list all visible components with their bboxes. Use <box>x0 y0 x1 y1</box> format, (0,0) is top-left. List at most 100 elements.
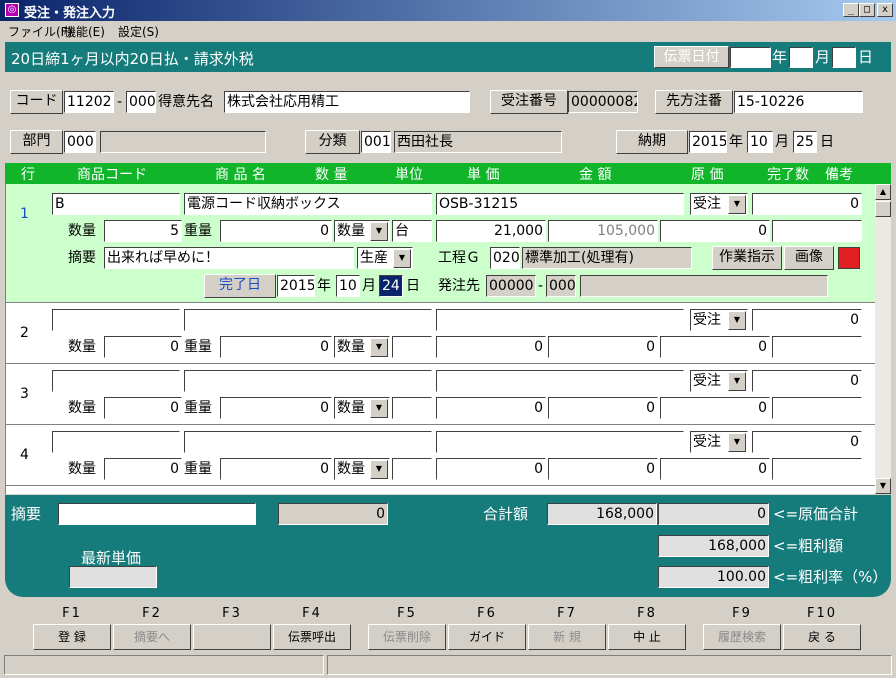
chevron-down-icon[interactable]: ▼ <box>728 372 746 391</box>
unit-field[interactable] <box>392 336 432 358</box>
voucher-delete-button[interactable]: 伝票削除 <box>368 624 446 650</box>
product-name-field[interactable] <box>184 431 432 453</box>
qty-type-select[interactable]: 数量 ▼ <box>334 336 390 358</box>
product-code-field[interactable] <box>52 370 180 392</box>
work-order-button[interactable]: 作業指示 <box>712 246 782 270</box>
close-button[interactable]: x <box>877 3 893 17</box>
mfg-select[interactable]: 生産 ▼ <box>357 247 413 269</box>
chevron-down-icon[interactable]: ▼ <box>728 195 746 214</box>
model-field[interactable] <box>436 431 684 453</box>
register-button[interactable]: 登 録 <box>33 624 111 650</box>
remarks-field[interactable] <box>772 220 862 242</box>
customer-subcode-field[interactable]: 000 <box>126 91 156 113</box>
done-qty-field[interactable]: 0 <box>752 193 862 215</box>
menu-function[interactable]: 機能(E) <box>64 23 105 40</box>
product-name-field[interactable] <box>184 370 432 392</box>
voucher-month-field[interactable]: 10 <box>789 47 813 68</box>
minimize-button[interactable]: _ <box>843 3 859 17</box>
qty-field[interactable]: 0 <box>104 336 182 358</box>
grid-scrollbar[interactable]: ▲ ▼ <box>875 184 891 494</box>
voucher-day-field[interactable]: 14 <box>832 47 856 68</box>
model-field[interactable] <box>436 309 684 331</box>
unit-field[interactable]: 台 <box>392 220 432 242</box>
chevron-down-icon[interactable]: ▼ <box>393 249 411 268</box>
table-row[interactable]: 4 受注 ▼ 0 数量 0 重量 0 数量 ▼ 0 0 0 <box>6 424 875 486</box>
product-code-field[interactable] <box>52 309 180 331</box>
voucher-year-field[interactable]: 2015 <box>730 47 771 68</box>
cost-field[interactable]: 0 <box>660 336 770 358</box>
done-qty-field[interactable]: 0 <box>752 309 862 331</box>
cost-field[interactable]: 0 <box>660 397 770 419</box>
history-search-button[interactable]: 履歴検索 <box>703 624 781 650</box>
image-button[interactable]: 画像 <box>784 246 834 270</box>
unit-field[interactable] <box>392 397 432 419</box>
scroll-down-icon[interactable]: ▼ <box>875 478 891 494</box>
dept-code-field[interactable]: 000 <box>64 131 96 153</box>
to-memo-button[interactable]: 摘要へ <box>113 624 191 650</box>
done-year-field[interactable]: 2015 <box>277 275 315 297</box>
cost-field[interactable]: 0 <box>660 220 770 242</box>
back-button[interactable]: 戻 る <box>783 624 861 650</box>
guide-button[interactable]: ガイド <box>448 624 526 650</box>
qty-field[interactable]: 0 <box>104 397 182 419</box>
menu-settings[interactable]: 設定(S) <box>118 23 159 40</box>
weight-field[interactable]: 0 <box>220 458 332 480</box>
customer-code-field[interactable]: 11202 <box>64 91 114 113</box>
chevron-down-icon[interactable]: ▼ <box>728 433 746 452</box>
unit-price-field[interactable]: 21,000 <box>436 220 546 242</box>
chevron-down-icon[interactable]: ▼ <box>370 338 388 357</box>
chevron-down-icon[interactable]: ▼ <box>370 460 388 479</box>
voucher-recall-button[interactable]: 伝票呼出 <box>273 624 351 650</box>
qty-field[interactable]: 0 <box>104 458 182 480</box>
table-row[interactable]: 2 受注 ▼ 0 数量 0 重量 0 数量 ▼ 0 0 0 <box>6 302 875 364</box>
client-order-field[interactable]: 15-10226 <box>734 91 863 113</box>
product-code-field[interactable]: B <box>52 193 180 215</box>
qty-field[interactable]: 5 <box>104 220 182 242</box>
done-qty-field[interactable]: 0 <box>752 370 862 392</box>
done-day-field[interactable]: 24 <box>379 275 403 297</box>
remarks-field[interactable] <box>772 397 862 419</box>
memo-field[interactable]: 出来れば早めに！ <box>104 247 354 269</box>
new-button[interactable]: 新 規 <box>528 624 606 650</box>
cost-field[interactable]: 0 <box>660 458 770 480</box>
qty-type-select[interactable]: 数量 ▼ <box>334 458 390 480</box>
unit-price-field[interactable]: 0 <box>436 458 546 480</box>
customer-name-field[interactable]: 株式会社応用精工 <box>224 91 470 113</box>
f3-button[interactable] <box>193 624 271 650</box>
footer-memo-field[interactable] <box>58 503 256 525</box>
product-name-field[interactable] <box>184 309 432 331</box>
status-select[interactable]: 受注 ▼ <box>690 193 748 215</box>
chevron-down-icon[interactable]: ▼ <box>370 399 388 418</box>
qty-type-select[interactable]: 数量 ▼ <box>334 220 390 242</box>
cancel-button[interactable]: 中 止 <box>608 624 686 650</box>
table-row[interactable]: 1 B 電源コード収納ボックス OSB-31215 受注 ▼ 0 数量 5 重量 … <box>6 184 875 303</box>
remarks-field[interactable] <box>772 458 862 480</box>
delivery-month-field[interactable]: 10 <box>747 131 773 153</box>
chevron-down-icon[interactable]: ▼ <box>728 311 746 330</box>
qty-type-select[interactable]: 数量 ▼ <box>334 397 390 419</box>
scroll-up-icon[interactable]: ▲ <box>875 184 891 200</box>
table-row[interactable]: 3 受注 ▼ 0 数量 0 重量 0 数量 ▼ 0 0 0 <box>6 363 875 425</box>
menu-file[interactable]: ファイル(F) <box>8 23 72 40</box>
maximize-button[interactable]: □ <box>859 3 875 17</box>
product-name-field[interactable]: 電源コード収納ボックス <box>184 193 432 215</box>
delivery-day-field[interactable]: 25 <box>793 131 817 153</box>
category-code-field[interactable]: 001 <box>361 131 391 153</box>
product-code-field[interactable] <box>52 431 180 453</box>
weight-field[interactable]: 0 <box>220 220 332 242</box>
status-select[interactable]: 受注 ▼ <box>690 309 748 331</box>
model-field[interactable]: OSB-31215 <box>436 193 684 215</box>
scroll-thumb[interactable] <box>875 201 891 217</box>
unit-price-field[interactable]: 0 <box>436 336 546 358</box>
chevron-down-icon[interactable]: ▼ <box>370 222 388 241</box>
unit-field[interactable] <box>392 458 432 480</box>
unit-price-field[interactable]: 0 <box>436 397 546 419</box>
process-code-field[interactable]: 020 <box>490 247 520 269</box>
weight-field[interactable]: 0 <box>220 397 332 419</box>
weight-field[interactable]: 0 <box>220 336 332 358</box>
model-field[interactable] <box>436 370 684 392</box>
status-select[interactable]: 受注 ▼ <box>690 431 748 453</box>
delivery-year-field[interactable]: 2015 <box>689 131 727 153</box>
status-select[interactable]: 受注 ▼ <box>690 370 748 392</box>
done-qty-field[interactable]: 0 <box>752 431 862 453</box>
